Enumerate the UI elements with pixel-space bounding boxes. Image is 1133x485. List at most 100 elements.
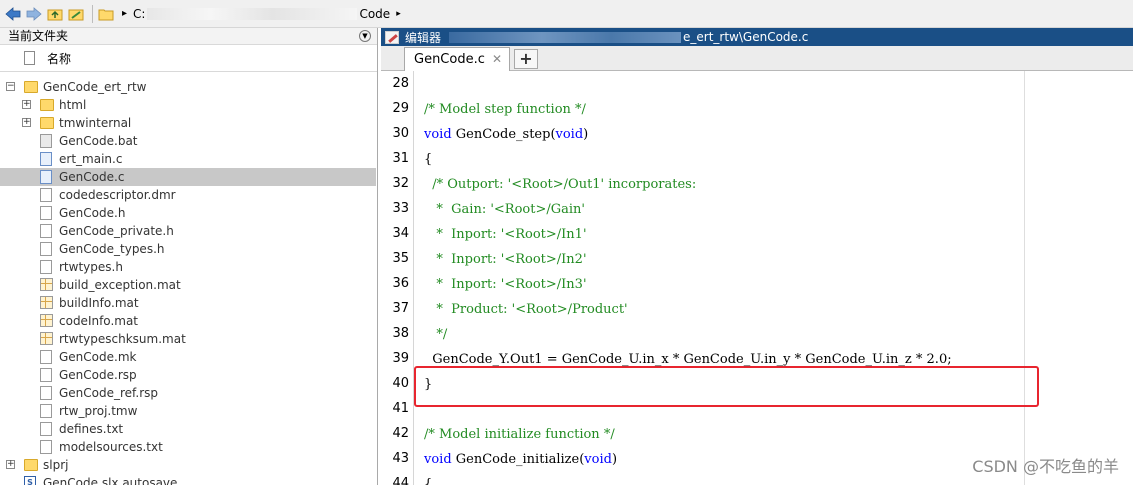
browse-folder-icon[interactable]: [67, 5, 85, 23]
tree-item-label: GenCode.c: [59, 170, 125, 184]
tree-item-gencode-slx-autosave[interactable]: S GenCode.slx.autosave: [0, 474, 376, 485]
back-arrow-icon[interactable]: [4, 5, 22, 23]
right-margin-line: [1024, 71, 1025, 485]
code-text: {: [424, 152, 433, 167]
tree-item-rtw-proj-tmw[interactable]: rtw_proj.tmw: [0, 402, 376, 420]
expand-node-icon[interactable]: +: [22, 118, 31, 127]
code-editor[interactable]: 28 29 /* Model step function */ 30 void GenC…: [381, 71, 1133, 485]
code-line[interactable]: * Inport: '<Root>/In3': [424, 277, 587, 292]
tree-item-codeinfo-mat[interactable]: codeInfo.mat: [0, 312, 376, 330]
code-line[interactable]: void GenCode_initialize(void): [424, 452, 617, 467]
editor-title-path: e_ert_rtw\GenCode.c: [683, 30, 809, 44]
code-line[interactable]: }: [424, 377, 432, 392]
tree-item-gencode-private-h[interactable]: GenCode_private.h: [0, 222, 376, 240]
tree-item-rtwtypes-h[interactable]: rtwtypes.h: [0, 258, 376, 276]
code-text: ): [583, 127, 589, 142]
tree-item-label: modelsources.txt: [59, 440, 163, 454]
tree-item-gencode-mk[interactable]: GenCode.mk: [0, 348, 376, 366]
close-tab-icon[interactable]: ✕: [492, 52, 502, 66]
code-line[interactable]: {: [424, 477, 432, 485]
simulink-model-icon: S: [24, 476, 36, 485]
document-icon: [40, 422, 52, 436]
tab-gencode-c[interactable]: GenCode.c ✕: [404, 47, 510, 71]
tree-item-label: defines.txt: [59, 422, 124, 436]
expand-node-icon[interactable]: +: [6, 460, 15, 469]
code-line[interactable]: void GenCode_step(void): [424, 127, 588, 142]
tree-item-label: GenCode_ert_rtw: [43, 80, 147, 94]
code-comment: * Inport: '<Root>/In1': [424, 227, 587, 242]
folder-icon: [97, 5, 115, 23]
code-comment: */: [424, 327, 448, 342]
breadcrumb-current[interactable]: Code: [359, 7, 390, 21]
tree-item-label: GenCode.bat: [59, 134, 138, 148]
tree-item-codedescriptor-dmr[interactable]: codedescriptor.dmr: [0, 186, 376, 204]
tree-item-label: buildInfo.mat: [59, 296, 139, 310]
toolbar-divider: [92, 4, 93, 23]
code-line[interactable]: * Product: '<Root>/Product': [424, 302, 628, 317]
line-number: 32: [392, 176, 409, 191]
line-number: 36: [392, 276, 409, 291]
code-keyword: void: [555, 127, 584, 142]
collapse-icon[interactable]: ▼: [359, 30, 371, 42]
tree-item-ert-main-c[interactable]: ert_main.c: [0, 150, 376, 168]
tree-item-rtwtypeschksum-mat[interactable]: rtwtypeschksum.mat: [0, 330, 376, 348]
code-comment: * Product: '<Root>/Product': [424, 302, 628, 317]
tree-item-buildinfo-mat[interactable]: buildInfo.mat: [0, 294, 376, 312]
code-comment: /* Model initialize function */: [424, 427, 615, 442]
code-comment: * Gain: '<Root>/Gain': [424, 202, 585, 217]
document-icon: [40, 224, 52, 238]
code-line[interactable]: /* Model step function */: [424, 102, 586, 117]
forward-arrow-icon[interactable]: [25, 5, 43, 23]
breadcrumb-root[interactable]: C:: [133, 7, 145, 21]
tree-item-gencode-rsp[interactable]: GenCode.rsp: [0, 366, 376, 384]
gear-file-icon: [40, 134, 52, 148]
breadcrumb-arrow-end[interactable]: ▸: [396, 9, 401, 19]
code-line[interactable]: * Gain: '<Root>/Gain': [424, 202, 585, 217]
tree-item-slprj[interactable]: + slprj: [0, 456, 376, 474]
line-number: 37: [392, 301, 409, 316]
tree-item-label: GenCode_types.h: [59, 242, 165, 256]
tree-item-defines-txt[interactable]: defines.txt: [0, 420, 376, 438]
c-file-icon: [40, 170, 52, 184]
code-text: GenCode_step(: [451, 127, 556, 142]
tree-item-html[interactable]: + html: [0, 96, 376, 114]
address-toolbar: ▸ C: Code ▸: [0, 0, 1133, 28]
collapse-node-icon[interactable]: −: [6, 82, 15, 91]
code-line[interactable]: GenCode_Y.Out1 = GenCode_U.in_x * GenCod…: [424, 352, 952, 367]
code-line[interactable]: * Inport: '<Root>/In2': [424, 252, 586, 267]
tree-item-gencode-h[interactable]: GenCode.h: [0, 204, 376, 222]
tree-item-label: GenCode.rsp: [59, 368, 137, 382]
code-line[interactable]: {: [424, 152, 432, 167]
breadcrumb[interactable]: ▸ C: Code ▸: [122, 7, 407, 21]
document-icon: [40, 440, 52, 454]
c-file-icon: [40, 152, 52, 166]
panel-title-text: 当前文件夹: [8, 29, 69, 43]
column-header[interactable]: 名称: [0, 45, 377, 72]
line-number: 38: [392, 326, 409, 341]
tree-item-label: GenCode.mk: [59, 350, 137, 364]
code-line[interactable]: * Inport: '<Root>/In1': [424, 227, 587, 242]
up-folder-icon[interactable]: [46, 5, 64, 23]
tree-item-label: rtw_proj.tmw: [59, 404, 138, 418]
tree-item-gencode-c[interactable]: GenCode.c: [0, 168, 376, 186]
tree-item-gencode-bat[interactable]: GenCode.bat: [0, 132, 376, 150]
document-icon: [40, 368, 52, 382]
editor-panel: 编辑器 e_ert_rtw\GenCode.c GenCode.c ✕ + 28…: [381, 28, 1133, 485]
tree-item-modelsources-txt[interactable]: modelsources.txt: [0, 438, 376, 456]
code-line[interactable]: /* Outport: '<Root>/Out1' incorporates:: [424, 177, 696, 192]
tree-item-gencode-ert-rtw[interactable]: − GenCode_ert_rtw: [0, 78, 376, 96]
tree-item-gencode-types-h[interactable]: GenCode_types.h: [0, 240, 376, 258]
code-comment: * Inport: '<Root>/In3': [424, 277, 587, 292]
tree-item-tmwinternal[interactable]: + tmwinternal: [0, 114, 376, 132]
expand-node-icon[interactable]: +: [22, 100, 31, 109]
line-number: 42: [392, 426, 409, 441]
tree-item-label: GenCode.h: [59, 206, 126, 220]
code-line[interactable]: */: [424, 327, 447, 342]
code-line[interactable]: /* Model initialize function */: [424, 427, 615, 442]
tree-item-build-exception-mat[interactable]: build_exception.mat: [0, 276, 376, 294]
watermark: CSDN @不吃鱼的羊: [972, 457, 1119, 476]
code-text: }: [424, 377, 433, 392]
code-text: GenCode_Y.Out1 = GenCode_U.in_x * GenCod…: [424, 352, 952, 367]
tree-item-gencode-ref-rsp[interactable]: GenCode_ref.rsp: [0, 384, 376, 402]
new-tab-button[interactable]: +: [514, 49, 538, 69]
